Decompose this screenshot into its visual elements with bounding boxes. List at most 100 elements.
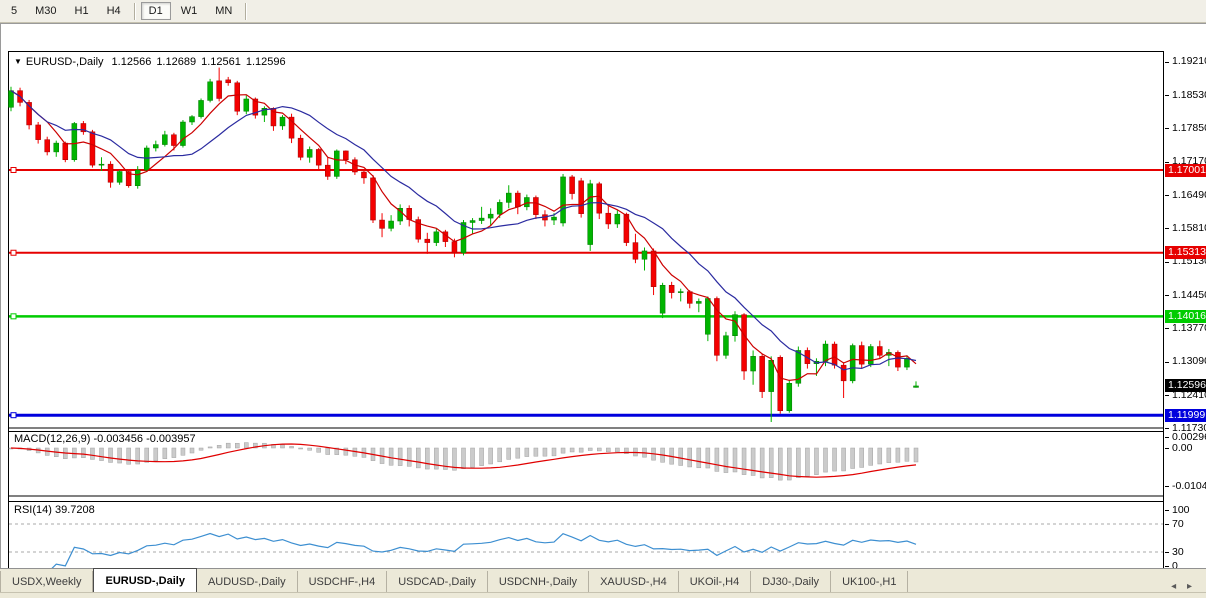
hline-handle[interactable] [11,168,16,173]
rsi-label: RSI(14) 39.7208 [14,504,95,516]
tab-eurusd-daily[interactable]: EURUSD-,Daily [93,568,196,592]
candle-body [389,221,394,228]
candle-body [199,100,204,116]
macd-histogram-bar [190,448,194,453]
price-tick-label: 1.13090 [1172,355,1206,368]
tab-audusd-daily[interactable]: AUDUSD-,Daily [197,571,298,592]
macd-histogram-bar [778,448,782,480]
tab-uk100-h1[interactable]: UK100-,H1 [831,571,908,592]
timeframe-m30-button[interactable]: M30 [27,2,64,20]
macd-histogram-bar [181,448,185,455]
candle-body [425,239,430,242]
candle-body [705,298,710,334]
macd-histogram-bar [317,448,321,452]
macd-histogram-bar [471,448,475,467]
rsi-tick-mark [1165,566,1169,567]
candle-body [515,193,520,207]
tab-usdx-weekly[interactable]: USDX,Weekly [0,571,93,592]
hline-handle[interactable] [11,250,16,255]
macd-histogram-bar [597,448,601,451]
timeframe-h1-button[interactable]: H1 [67,2,97,20]
candle-body [669,285,674,292]
symbol-name: EURUSD-,Daily [26,56,104,68]
tab-usdcad-daily[interactable]: USDCAD-,Daily [387,571,488,592]
timeframe-d1-button[interactable]: D1 [141,2,171,20]
candle-body [99,164,104,165]
candle-body [778,357,783,410]
chart-frame[interactable]: ▼EURUSD-,Daily1.125661.126891.125611.125… [8,51,1164,591]
candle-body [380,220,385,228]
candle-body [760,356,765,391]
candle-body [90,132,95,165]
mt4-window: 5M30H1H4D1W1MN ▼EURUSD-,Daily1.125661.12… [0,0,1206,598]
price-tick-mark [1165,62,1169,63]
price-tick-label: 1.15810 [1172,222,1206,235]
ohlc-low: 1.12561 [201,56,241,68]
price-tick-mark [1165,395,1169,396]
macd-histogram-bar [326,448,330,455]
candle-body [54,143,59,152]
macd-histogram-bar [824,448,828,472]
macd-histogram-bar [498,448,502,462]
rsi-tick-mark [1165,524,1169,525]
candle-body [561,177,566,223]
hline-handle[interactable] [11,314,16,319]
price-tick-mark [1165,262,1169,263]
tab-xauusd-h4[interactable]: XAUUSD-,H4 [589,571,679,592]
hline-handle[interactable] [11,413,16,418]
candle-body [208,82,213,101]
macd-histogram-bar [425,448,429,469]
chart-canvas[interactable] [9,52,1163,590]
macd-histogram-bar [344,448,348,455]
price-tick-mark [1165,228,1169,229]
macd-histogram-bar [833,448,837,471]
macd-label: MACD(12,26,9) -0.003456 -0.003957 [14,433,196,445]
candle-body [371,178,376,220]
candle-body [343,151,348,160]
candle-body [733,315,738,336]
macd-histogram-bar [281,445,285,448]
timeframe-h4-button[interactable]: H4 [99,2,129,20]
candle-body [769,360,774,391]
macd-histogram-bar [887,448,891,463]
candle-body [226,80,231,83]
candle-body [633,243,638,260]
candle-body [832,344,837,365]
price-tick-label: 1.17850 [1172,122,1206,135]
candle-body [298,138,303,157]
candle-body [606,213,611,224]
toolbar-separator [245,3,247,20]
timeframe-w1-button[interactable]: W1 [173,2,206,20]
macd-histogram-bar [706,448,710,468]
candle-body [579,181,584,214]
timeframe-mn-button[interactable]: MN [207,2,240,20]
macd-histogram-bar [543,448,547,456]
price-tick-mark [1165,95,1169,96]
candle-body [914,386,919,387]
candle-body [108,164,113,182]
macd-histogram-bar [172,448,176,458]
candle-body [642,251,647,259]
candle-body [153,145,158,148]
candle-body [36,125,41,140]
rsi-scale-label: 70 [1172,518,1184,531]
symbol-dropdown-icon[interactable]: ▼ [14,57,22,66]
candle-body [488,214,493,218]
macd-histogram-bar [81,448,85,458]
macd-histogram-bar [109,448,113,462]
candle-body [552,217,557,220]
macd-histogram-bar [615,448,619,452]
timeframe-toolbar: 5M30H1H4 D1W1MN [0,0,1206,23]
level-price-badge: 1.14016 [1165,310,1206,323]
macd-histogram-bar [688,448,692,467]
timeframe-5-button[interactable]: 5 [3,2,25,20]
macd-tick-mark [1165,486,1169,487]
price-scale[interactable]: 1.192101.185301.178501.171701.164901.158… [1165,51,1206,591]
candle-body [524,198,529,207]
tab-ukoil-h4[interactable]: UKOil-,H4 [679,571,752,592]
tab-usdcnh-daily[interactable]: USDCNH-,Daily [488,571,589,592]
tab-dj30-daily[interactable]: DJ30-,Daily [751,571,831,592]
tab-usdchf-h4[interactable]: USDCHF-,H4 [298,571,388,592]
tab-scroll-arrows[interactable]: ◂ ▸ [1171,581,1206,592]
macd-histogram-bar [244,443,248,448]
